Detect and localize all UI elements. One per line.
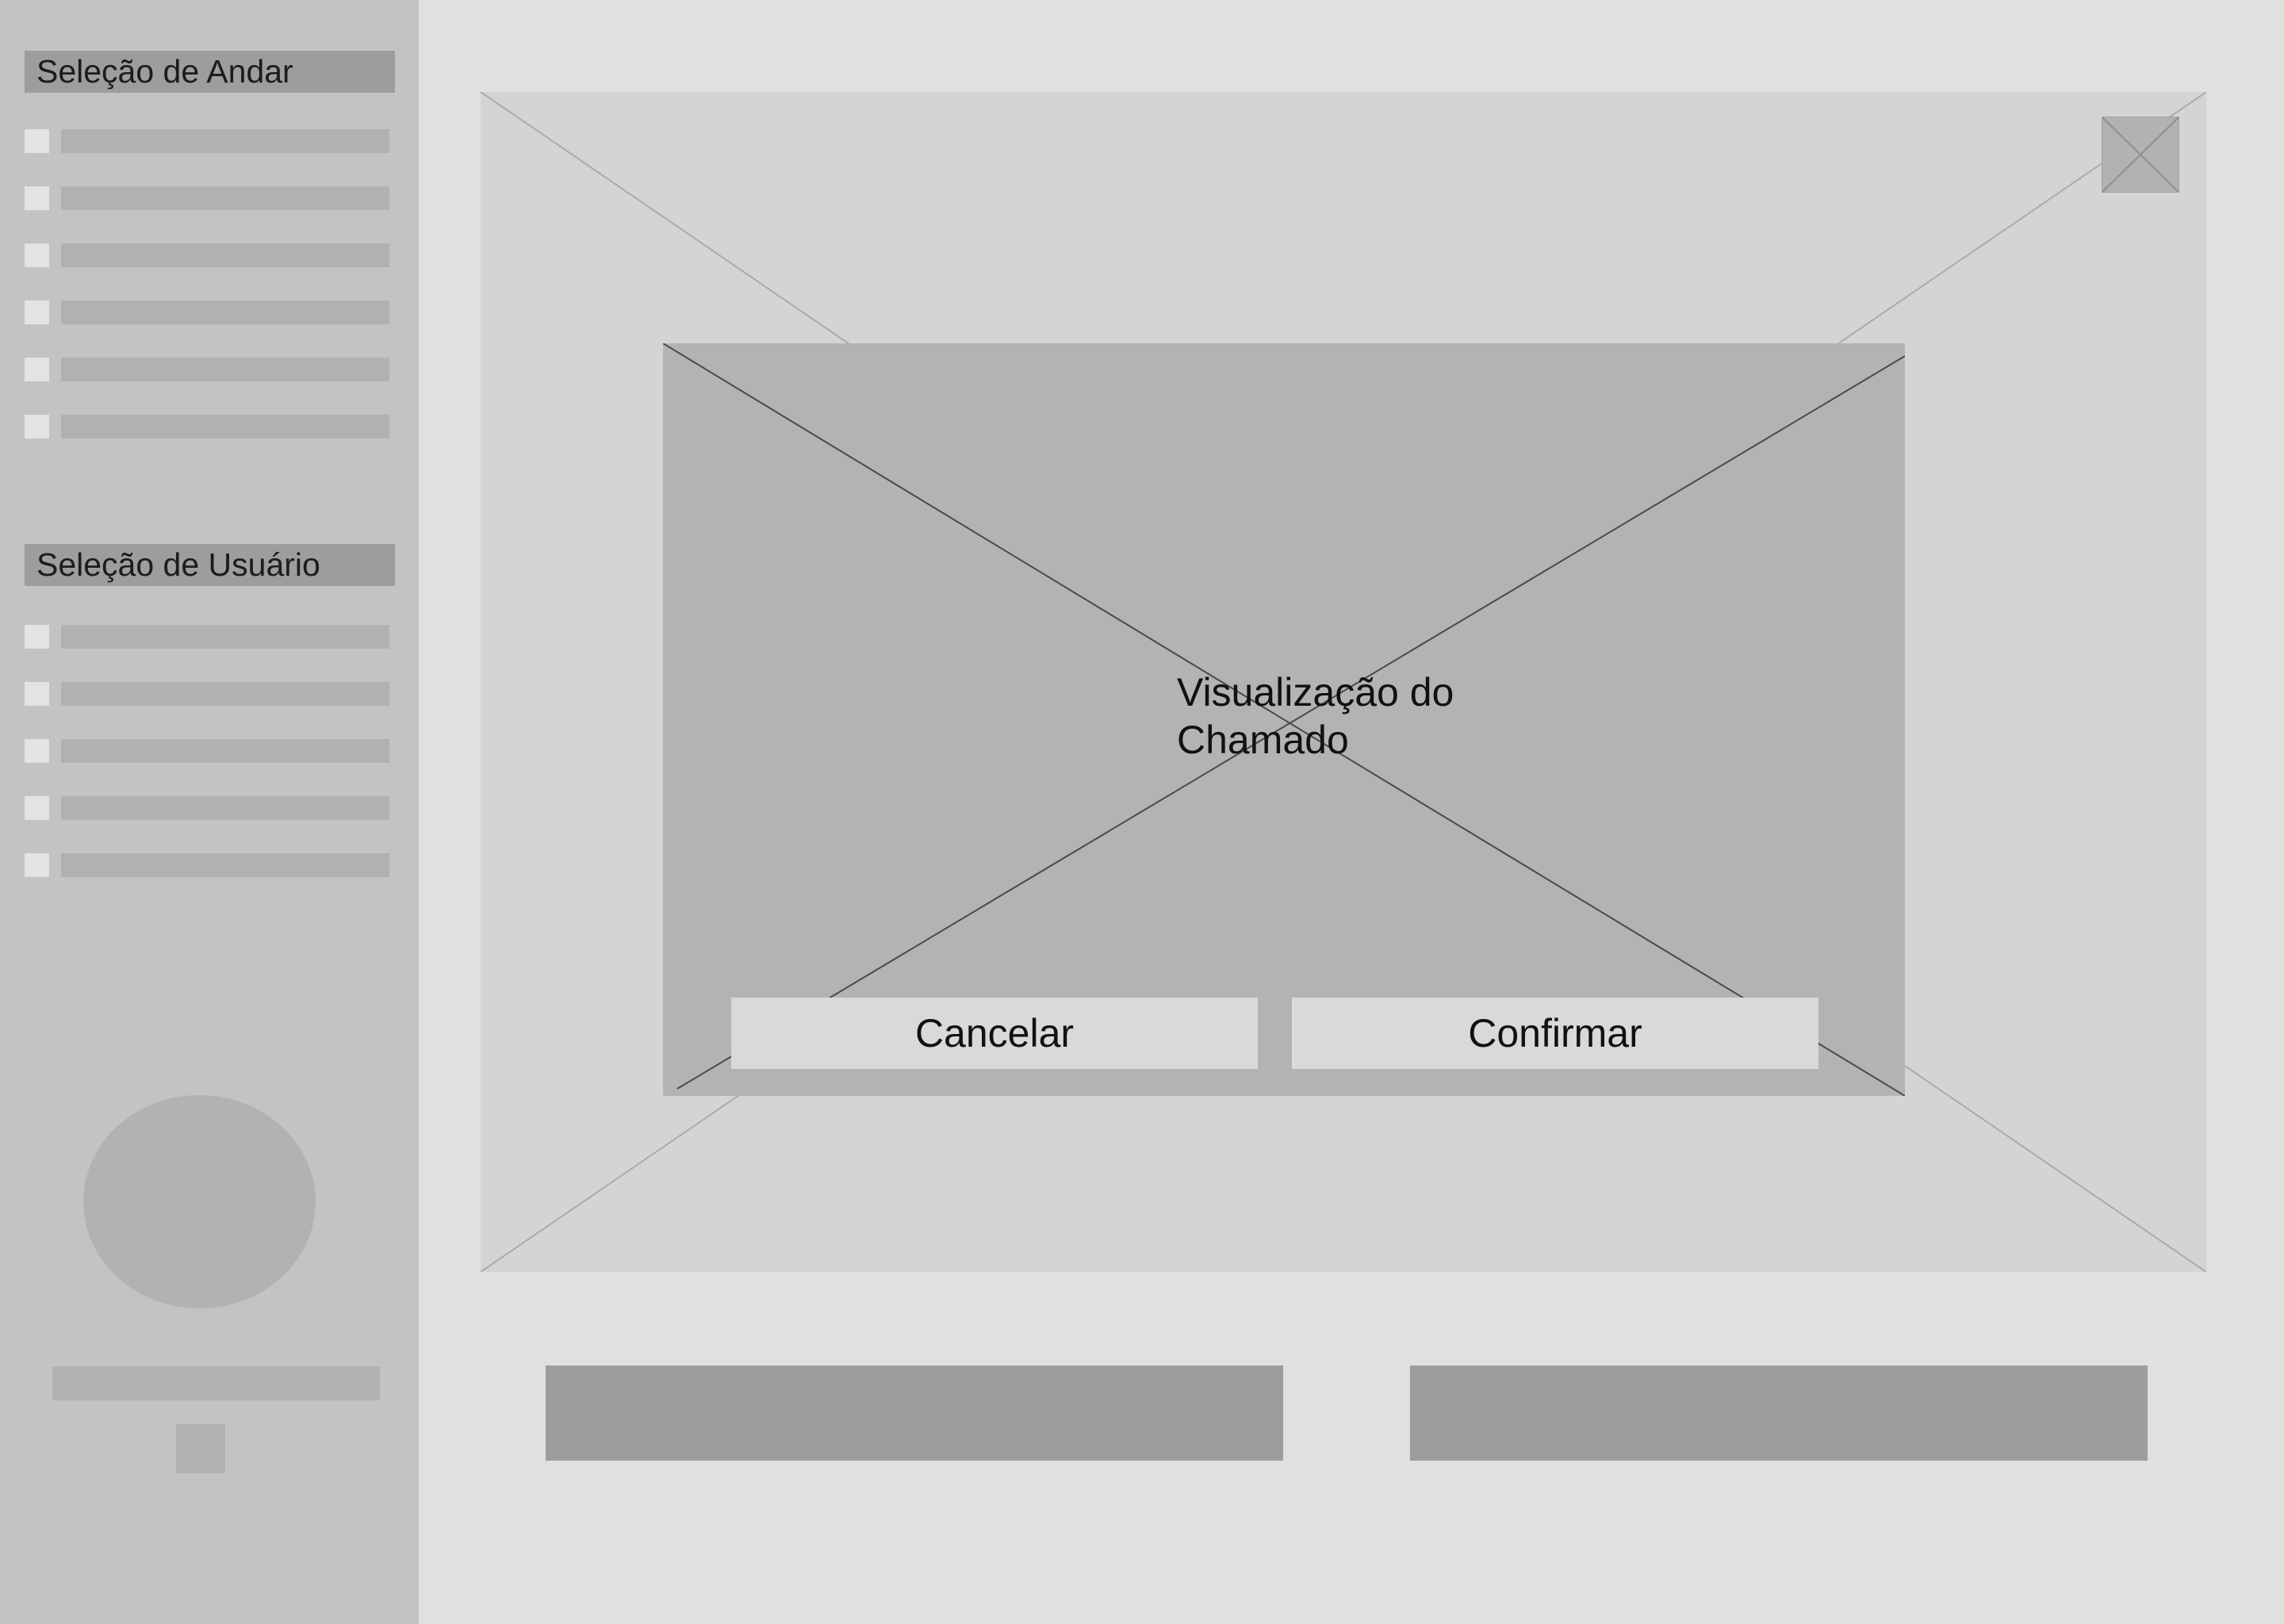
user-checkbox[interactable] xyxy=(25,796,49,820)
user-option[interactable] xyxy=(25,739,389,763)
user-option[interactable] xyxy=(25,853,389,877)
floor-checkbox[interactable] xyxy=(25,243,49,267)
ticket-view-modal: Visualização do Chamado Cancelar Confirm… xyxy=(663,343,1905,1096)
floor-option[interactable] xyxy=(25,301,389,324)
floor-checkbox[interactable] xyxy=(25,358,49,381)
floor-option-label xyxy=(61,301,389,324)
floor-option-label xyxy=(61,186,389,210)
user-option-label xyxy=(61,853,389,877)
user-name-placeholder xyxy=(52,1366,380,1400)
floor-option[interactable] xyxy=(25,358,389,381)
floor-option[interactable] xyxy=(25,129,389,153)
floor-option[interactable] xyxy=(25,186,389,210)
user-selection-header: Seleção de Usuário xyxy=(25,544,395,586)
confirm-button[interactable]: Confirmar xyxy=(1292,998,1818,1069)
user-option[interactable] xyxy=(25,625,389,649)
user-option-label xyxy=(61,625,389,649)
user-option[interactable] xyxy=(25,682,389,706)
bottom-action-right[interactable] xyxy=(1410,1365,2148,1461)
cancel-button[interactable]: Cancelar xyxy=(731,998,1258,1069)
bottom-action-left[interactable] xyxy=(546,1365,1283,1461)
floor-checkbox[interactable] xyxy=(25,301,49,324)
user-checkbox[interactable] xyxy=(25,853,49,877)
user-checkbox[interactable] xyxy=(25,739,49,763)
user-option-label xyxy=(61,682,389,706)
close-icon[interactable] xyxy=(2102,117,2179,193)
sidebar: Seleção de Andar Seleção de Usuário xyxy=(0,0,419,1624)
avatar xyxy=(83,1095,316,1308)
floor-option-label xyxy=(61,358,389,381)
floor-option-label xyxy=(61,415,389,439)
floor-checkbox[interactable] xyxy=(25,186,49,210)
user-action-icon[interactable] xyxy=(176,1424,225,1473)
user-option-label xyxy=(61,739,389,763)
modal-title: Visualização do Chamado xyxy=(1177,670,1454,762)
floor-option-label xyxy=(61,129,389,153)
user-checkbox[interactable] xyxy=(25,625,49,649)
user-option[interactable] xyxy=(25,796,389,820)
floor-option[interactable] xyxy=(25,243,389,267)
floor-option-label xyxy=(61,243,389,267)
floor-checkbox[interactable] xyxy=(25,415,49,439)
close-cross xyxy=(2102,117,2179,192)
user-option-label xyxy=(61,796,389,820)
floor-selection-header: Seleção de Andar xyxy=(25,51,395,93)
floor-checkbox[interactable] xyxy=(25,129,49,153)
floor-option[interactable] xyxy=(25,415,389,439)
user-checkbox[interactable] xyxy=(25,682,49,706)
